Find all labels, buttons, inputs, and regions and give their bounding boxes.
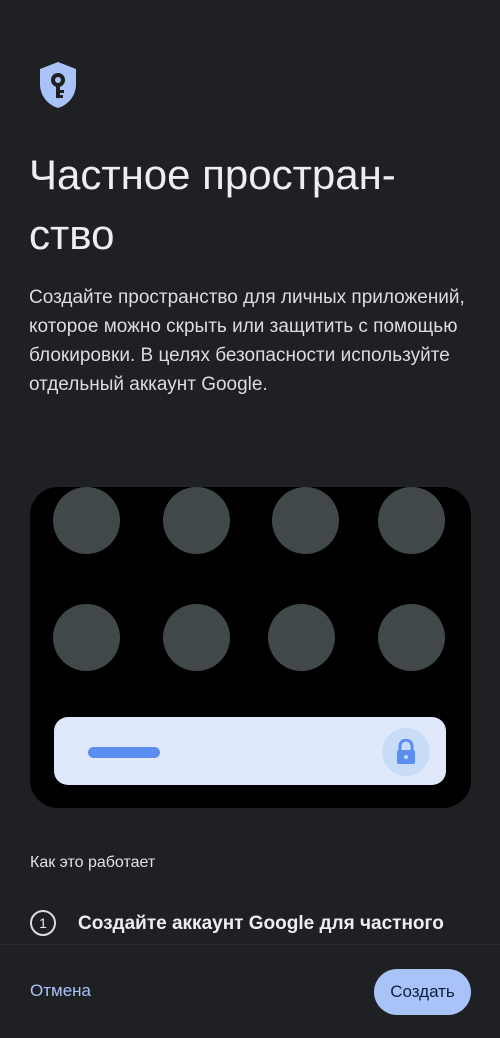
app-placeholder-dot (268, 604, 335, 671)
step-item: 1 Создайте аккаунт Google для частного п… (30, 910, 480, 944)
app-placeholder-dot (378, 604, 445, 671)
page-description: Создайте пространство для личных приложе… (29, 287, 465, 395)
app-placeholder-dot (272, 487, 339, 554)
lock-badge (382, 728, 430, 776)
page-title: Частное простран-ство (29, 151, 396, 258)
app-placeholder-dot (53, 487, 120, 554)
how-it-works-heading: Как это работает (30, 854, 156, 871)
step-text: Создайте аккаунт Google для частного про… (78, 913, 444, 944)
app-placeholder-dot (163, 487, 230, 554)
placeholder-pill (88, 747, 160, 758)
cancel-button[interactable]: Отмена (30, 981, 91, 1001)
create-button[interactable]: Создать (374, 969, 471, 1015)
shield-key-icon (40, 62, 76, 108)
locked-space-bar (54, 717, 446, 785)
app-placeholder-dot (378, 487, 445, 554)
app-placeholder-dot (163, 604, 230, 671)
app-placeholder-dot (53, 604, 120, 671)
private-space-illustration (30, 487, 471, 808)
bottom-action-bar: Отмена Создать (0, 944, 500, 1038)
lock-icon (397, 739, 415, 764)
step-number-badge: 1 (30, 910, 56, 936)
